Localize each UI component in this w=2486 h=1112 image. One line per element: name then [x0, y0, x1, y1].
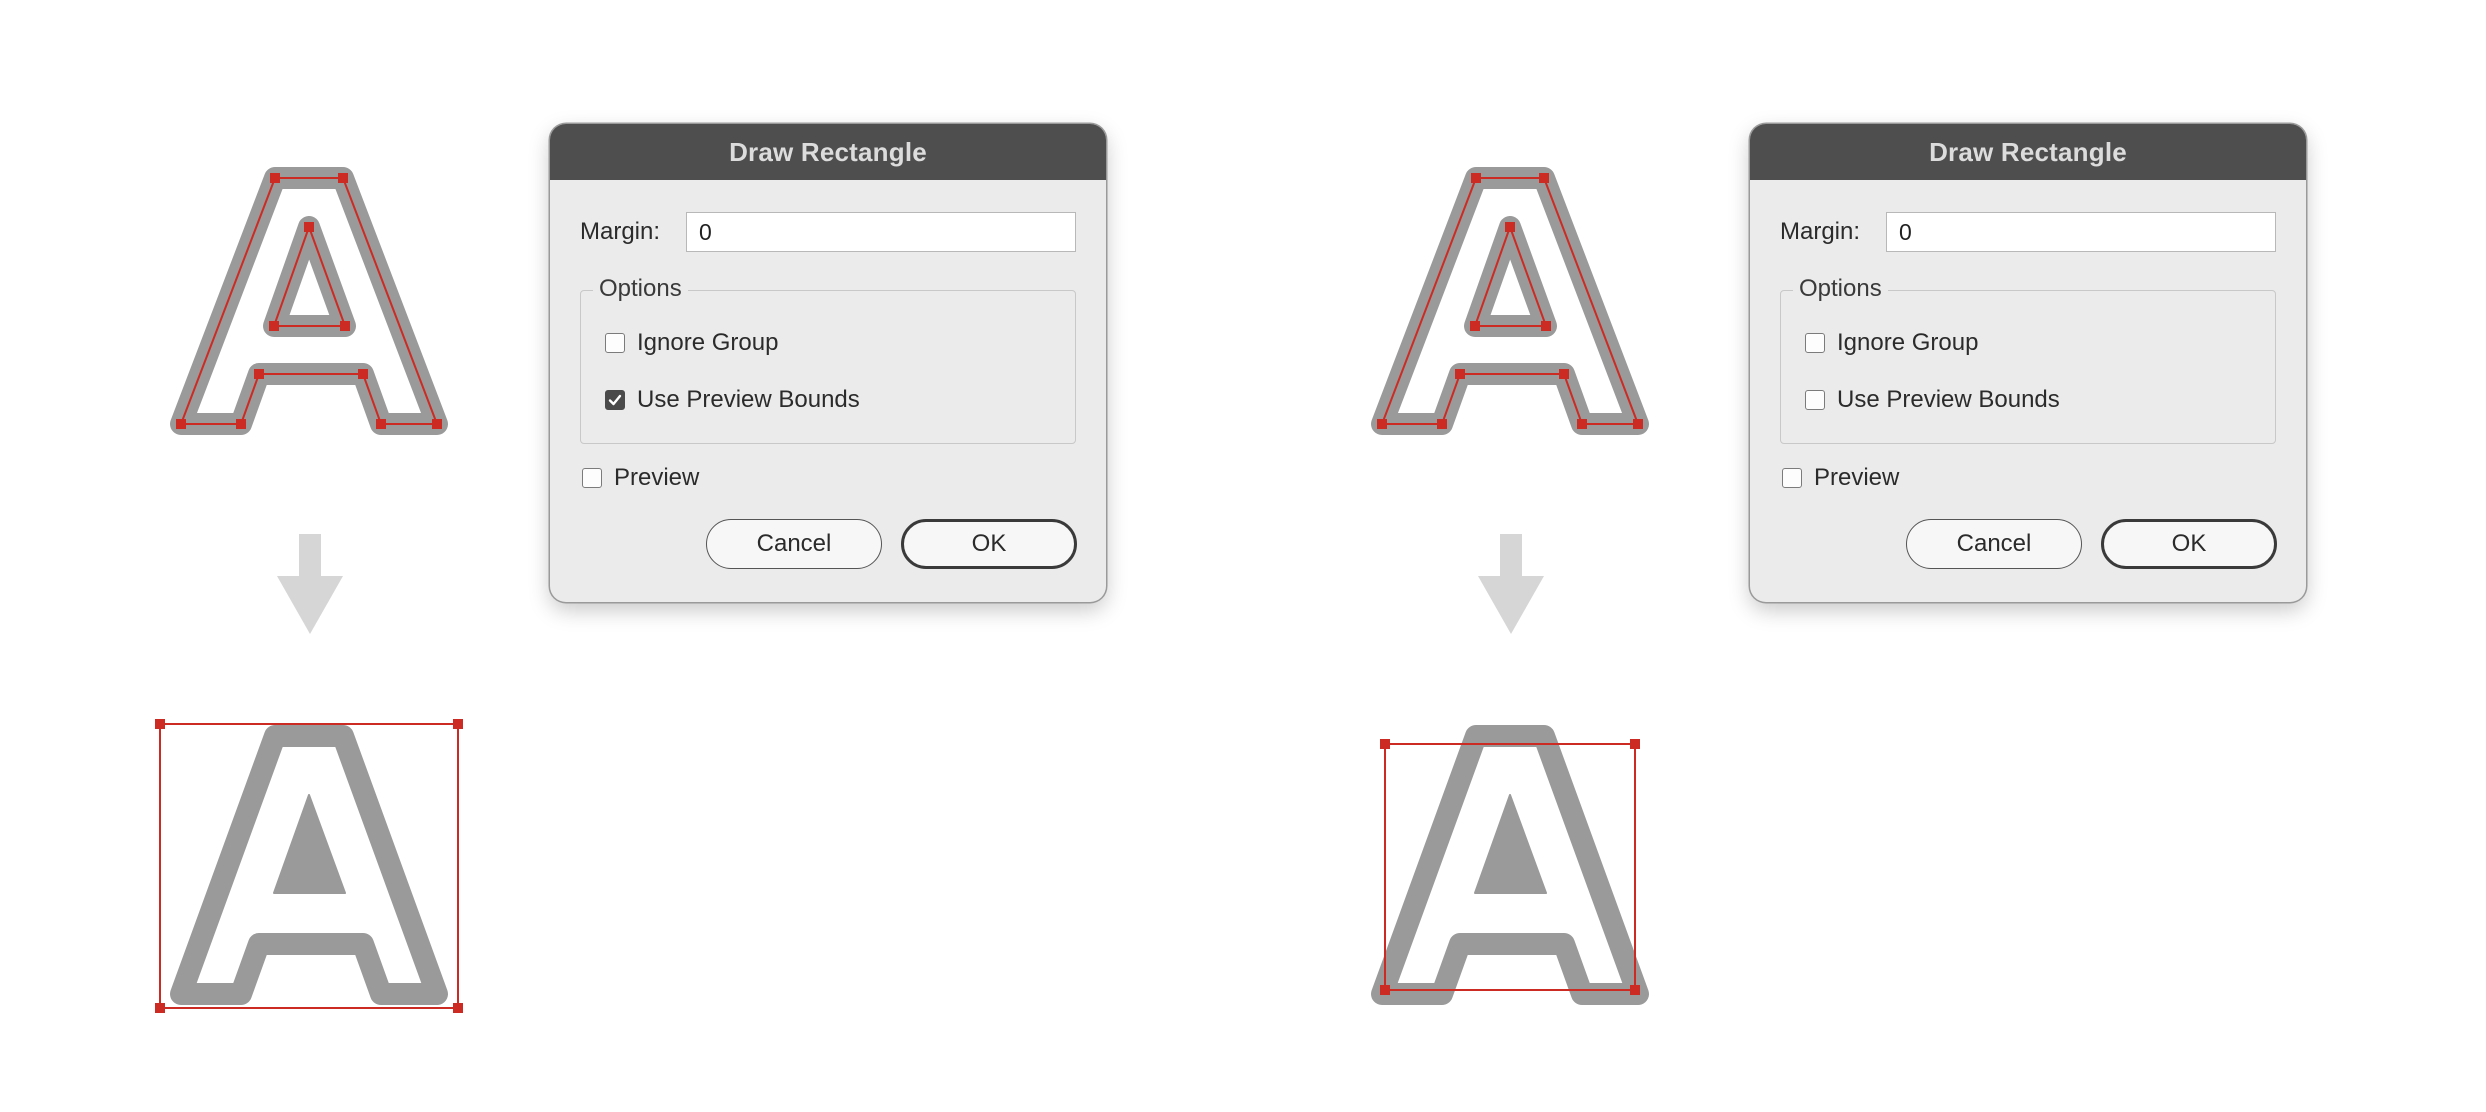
margin-input[interactable]: [1886, 212, 2276, 252]
anchor-point[interactable]: [269, 321, 279, 331]
letter-a-original: [1371, 167, 1649, 435]
dialog-title: Draw Rectangle: [1750, 124, 2306, 180]
use-preview-bounds-checkbox[interactable]: [605, 390, 625, 410]
corner-handle[interactable]: [453, 1003, 463, 1013]
anchor-point[interactable]: [1633, 419, 1643, 429]
anchor-point[interactable]: [338, 173, 348, 183]
checkmark-icon: [608, 394, 622, 406]
draw-rectangle-dialog: Draw Rectangle Margin: Options Ignore Gr…: [550, 124, 1106, 602]
ignore-group-checkbox-row[interactable]: Ignore Group: [1805, 329, 1978, 357]
ignore-group-checkbox-row[interactable]: Ignore Group: [605, 329, 778, 357]
down-arrow-icon: [277, 534, 343, 634]
corner-handle[interactable]: [155, 719, 165, 729]
down-arrow-icon: [1478, 534, 1544, 634]
ignore-group-checkbox[interactable]: [605, 333, 625, 353]
anchor-point[interactable]: [1471, 173, 1481, 183]
draw-rectangle-dialog: Draw Rectangle Margin: Options Ignore Gr…: [1750, 124, 2306, 602]
anchor-point[interactable]: [1437, 419, 1447, 429]
example-preview-bounds-on: Draw Rectangle Margin: Options Ignore Gr…: [0, 0, 1243, 1112]
example-preview-bounds-off: Draw Rectangle Margin: Options Ignore Gr…: [1200, 0, 2443, 1112]
cancel-button[interactable]: Cancel: [1906, 519, 2082, 569]
anchor-point[interactable]: [1470, 321, 1480, 331]
use-preview-bounds-checkbox-row[interactable]: Use Preview Bounds: [1805, 386, 2060, 414]
preview-checkbox[interactable]: [1782, 468, 1802, 488]
anchor-point[interactable]: [254, 369, 264, 379]
letter-a-result: [155, 719, 463, 1013]
corner-handle[interactable]: [155, 1003, 165, 1013]
anchor-point[interactable]: [1377, 419, 1387, 429]
anchor-point[interactable]: [358, 369, 368, 379]
options-legend: Options: [593, 275, 688, 303]
corner-handle[interactable]: [1630, 739, 1640, 749]
preview-checkbox-row[interactable]: Preview: [1782, 464, 1899, 492]
ignore-group-checkbox[interactable]: [1805, 333, 1825, 353]
margin-row: Margin:: [580, 212, 1076, 252]
ignore-group-label: Ignore Group: [1837, 329, 1979, 356]
use-preview-bounds-label: Use Preview Bounds: [637, 386, 860, 413]
letter-a-original: [170, 167, 448, 435]
corner-handle[interactable]: [453, 719, 463, 729]
corner-handle[interactable]: [1630, 985, 1640, 995]
options-group: Options Ignore Group Use Preview Bounds: [1780, 275, 2276, 444]
preview-label: Preview: [614, 464, 700, 491]
ignore-group-label: Ignore Group: [637, 329, 779, 356]
use-preview-bounds-checkbox-row[interactable]: Use Preview Bounds: [605, 386, 860, 414]
dialog-title: Draw Rectangle: [550, 124, 1106, 180]
preview-label: Preview: [1814, 464, 1900, 491]
anchor-point[interactable]: [304, 222, 314, 232]
anchor-point[interactable]: [1455, 369, 1465, 379]
ok-button[interactable]: OK: [901, 519, 1077, 569]
anchor-point[interactable]: [176, 419, 186, 429]
anchor-point[interactable]: [1577, 419, 1587, 429]
anchor-point[interactable]: [340, 321, 350, 331]
anchor-point[interactable]: [1505, 222, 1515, 232]
use-preview-bounds-label: Use Preview Bounds: [1837, 386, 2060, 413]
anchor-point[interactable]: [270, 173, 280, 183]
anchor-point[interactable]: [432, 419, 442, 429]
letter-a-result: [1371, 725, 1649, 1005]
preview-checkbox[interactable]: [582, 468, 602, 488]
preview-checkbox-row[interactable]: Preview: [582, 464, 699, 492]
cancel-button[interactable]: Cancel: [706, 519, 882, 569]
options-group: Options Ignore Group Use Preview Bounds: [580, 275, 1076, 444]
anchor-point[interactable]: [236, 419, 246, 429]
margin-label: Margin:: [1780, 218, 1861, 245]
anchor-point[interactable]: [1539, 173, 1549, 183]
ok-button[interactable]: OK: [2101, 519, 2277, 569]
margin-input[interactable]: [686, 212, 1076, 252]
margin-label: Margin:: [580, 218, 661, 245]
anchor-point[interactable]: [1541, 321, 1551, 331]
corner-handle[interactable]: [1380, 739, 1390, 749]
anchor-point[interactable]: [376, 419, 386, 429]
anchor-point[interactable]: [1559, 369, 1569, 379]
margin-row: Margin:: [1780, 212, 2276, 252]
options-legend: Options: [1793, 275, 1888, 303]
use-preview-bounds-checkbox[interactable]: [1805, 390, 1825, 410]
corner-handle[interactable]: [1380, 985, 1390, 995]
